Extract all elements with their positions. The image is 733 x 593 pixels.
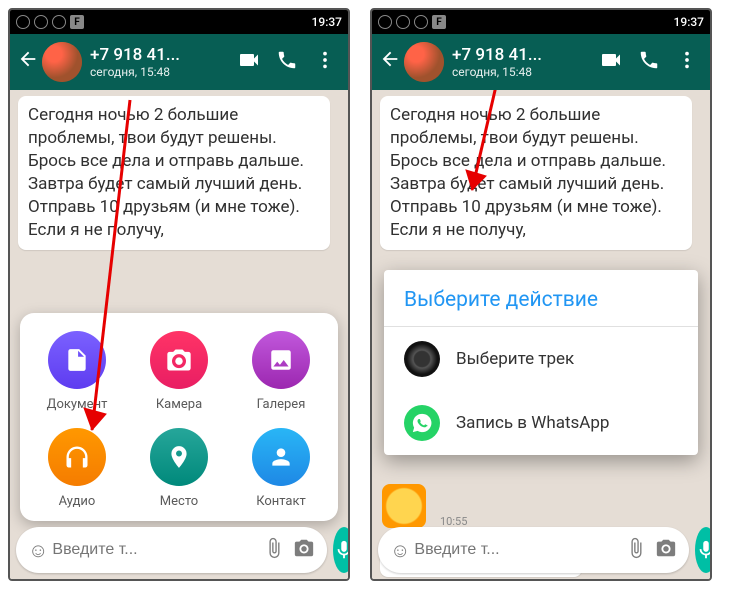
chat-title-block[interactable]: +7 918 41... сегодня, 15:48: [90, 45, 230, 79]
chat-header: +7 918 41... сегодня, 15:48: [372, 34, 710, 90]
video-call-button[interactable]: [592, 48, 630, 77]
menu-button[interactable]: [668, 49, 706, 76]
status-clock: 19:37: [312, 15, 342, 29]
speaker-icon: [404, 341, 440, 377]
chat-title: +7 918 41...: [452, 45, 592, 65]
chat-title: +7 918 41...: [90, 45, 230, 65]
status-icon: F: [432, 15, 446, 29]
incoming-message[interactable]: Сегодня ночью 2 большие проблемы, твои б…: [18, 96, 330, 250]
dialog-option-record-whatsapp[interactable]: Запись в WhatsApp: [384, 391, 698, 455]
status-icon: [378, 15, 392, 29]
voice-call-button[interactable]: [268, 49, 306, 76]
status-icon: [34, 15, 48, 29]
chat-title-block[interactable]: +7 918 41... сегодня, 15:48: [452, 45, 592, 79]
status-icon: [16, 15, 30, 29]
action-dialog: Выберите действие Выберите трек Запись в…: [384, 270, 698, 455]
message-input[interactable]: [52, 541, 259, 559]
phone-left: F 19:37 +7 918 41... сегодня, 15:48: [8, 8, 350, 581]
message-input[interactable]: [414, 541, 621, 559]
camera-input-icon[interactable]: [289, 537, 319, 564]
phone-right: F 19:37 +7 918 41... сегодня, 15:48: [370, 8, 712, 581]
dialog-title: Выберите действие: [384, 270, 698, 327]
mic-button[interactable]: [695, 527, 710, 573]
camera-input-icon[interactable]: [651, 537, 681, 564]
attach-icon[interactable]: [621, 537, 651, 564]
video-call-button[interactable]: [230, 48, 268, 77]
chat-subtitle: сегодня, 15:48: [452, 65, 592, 79]
voice-call-button[interactable]: [630, 49, 668, 76]
chat-area: Сегодня ночью 2 большие проблемы, твои б…: [10, 90, 348, 579]
document-icon: [48, 331, 106, 389]
avatar[interactable]: [404, 42, 444, 82]
status-icon: F: [70, 15, 84, 29]
headphones-icon: [48, 428, 106, 486]
attach-icon[interactable]: [259, 537, 289, 564]
location-icon: [150, 428, 208, 486]
avatar[interactable]: [42, 42, 82, 82]
status-icon: [52, 15, 66, 29]
attach-gallery[interactable]: Галерея: [230, 331, 332, 412]
attach-location[interactable]: Место: [128, 428, 230, 509]
mic-button[interactable]: [333, 527, 348, 573]
back-button[interactable]: [14, 48, 42, 76]
back-button[interactable]: [376, 48, 404, 76]
attach-audio[interactable]: Аудио: [26, 428, 128, 509]
chat-header: +7 918 41... сегодня, 15:48: [10, 34, 348, 90]
emoji-icon[interactable]: ☺: [24, 538, 52, 563]
attach-document[interactable]: Документ: [26, 331, 128, 412]
attach-camera[interactable]: Камера: [128, 331, 230, 412]
attach-contact[interactable]: Контакт: [230, 428, 332, 509]
contact-icon: [252, 428, 310, 486]
chat-subtitle: сегодня, 15:48: [90, 65, 230, 79]
status-clock: 19:37: [674, 15, 704, 29]
status-bar: F 19:37: [372, 10, 710, 34]
incoming-message[interactable]: Сегодня ночью 2 большие проблемы, твои б…: [380, 96, 692, 250]
attachment-sheet: Документ Камера Галерея: [20, 313, 338, 521]
gallery-icon: [252, 331, 310, 389]
message-input-bar: ☺: [16, 527, 342, 573]
status-icon: [396, 15, 410, 29]
chat-area: Сегодня ночью 2 большие проблемы, твои б…: [372, 90, 710, 579]
message-input-bar: ☺: [378, 527, 704, 573]
emoji-icon[interactable]: ☺: [386, 538, 414, 563]
whatsapp-icon: [404, 405, 440, 441]
menu-button[interactable]: [306, 49, 344, 76]
camera-icon: [150, 331, 208, 389]
status-icon: [414, 15, 428, 29]
message-time: 10:55: [440, 515, 467, 528]
status-bar: F 19:37: [10, 10, 348, 34]
sticker-message[interactable]: [382, 484, 426, 528]
dialog-option-pick-track[interactable]: Выберите трек: [384, 327, 698, 391]
